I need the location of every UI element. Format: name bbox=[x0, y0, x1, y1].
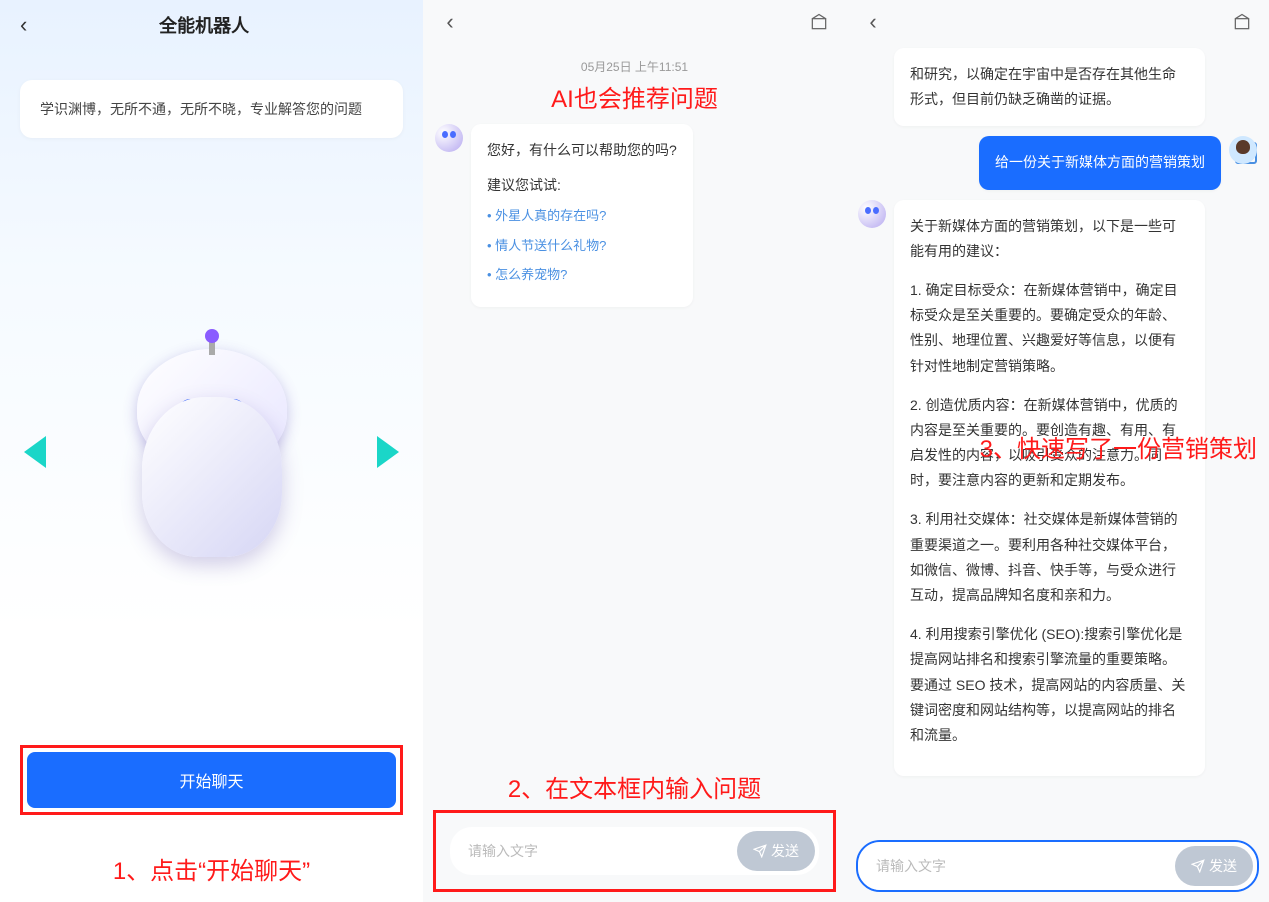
intro-description-card: 学识渊博，无所不通，无所不晓，专业解答您的问题 bbox=[20, 80, 403, 138]
send-button[interactable]: 发送 bbox=[1175, 846, 1253, 886]
intro-panel: ‹ 全能机器人 学识渊博，无所不通，无所不晓，专业解答您的问题 开始聊天 1、点… bbox=[0, 0, 423, 902]
back-icon[interactable]: ‹ bbox=[862, 11, 884, 33]
start-chat-button[interactable]: 开始聊天 bbox=[27, 752, 396, 808]
send-label: 发送 bbox=[771, 841, 799, 861]
robot-carousel bbox=[0, 178, 423, 725]
bot-message-row: 和研究，以确定在宇宙中是否存在其他生命形式，但目前仍缺乏确凿的证据。 bbox=[858, 48, 1257, 126]
overlay-caption-recommend: AI也会推荐问题 bbox=[423, 79, 846, 114]
back-icon[interactable]: ‹ bbox=[439, 11, 461, 33]
archive-icon[interactable] bbox=[808, 11, 830, 33]
suggestion-title: 建议您试试: bbox=[487, 173, 677, 198]
bot-greeting-bubble: 您好，有什么可以帮助您的吗? 建议您试试: 外星人真的存在吗? 情人节送什么礼物… bbox=[471, 124, 693, 307]
chat-timestamp: 05月25日 上午11:51 bbox=[423, 58, 846, 75]
bot-avatar-icon bbox=[435, 124, 463, 152]
suggestion-link[interactable]: 外星人真的存在吗? bbox=[487, 204, 677, 227]
panel2-header: ‹ bbox=[423, 0, 846, 44]
bot-avatar-icon bbox=[858, 200, 886, 228]
chat-input[interactable] bbox=[876, 858, 1175, 874]
step2-caption: 2、在文本框内输入问题 bbox=[423, 769, 846, 804]
reply-p3: 3. 利用社交媒体：社交媒体是新媒体营销的重要渠道之一。要利用各种社交媒体平台，… bbox=[910, 507, 1189, 608]
carousel-prev-icon[interactable] bbox=[24, 436, 46, 468]
send-icon bbox=[1191, 859, 1205, 873]
send-icon bbox=[753, 844, 767, 858]
reply-p4: 4. 利用搜索引擎优化 (SEO):搜索引擎优化是提高网站排名和搜索引擎流量的重… bbox=[910, 622, 1189, 748]
back-icon[interactable]: ‹ bbox=[20, 12, 27, 38]
reply-intro: 关于新媒体方面的营销策划，以下是一些可能有用的建议： bbox=[910, 214, 1189, 264]
bot-long-reply-bubble: 关于新媒体方面的营销策划，以下是一些可能有用的建议： 1. 确定目标受众：在新媒… bbox=[894, 200, 1205, 777]
greeting-text: 您好，有什么可以帮助您的吗? bbox=[487, 138, 677, 163]
chat-input-bar: 发送 bbox=[858, 842, 1257, 890]
panel1-header: ‹ 全能机器人 bbox=[0, 0, 423, 50]
reply-p1: 1. 确定目标受众：在新媒体营销中，确定目标受众是至关重要的。要确定受众的年龄、… bbox=[910, 278, 1189, 379]
chat-input[interactable] bbox=[468, 843, 737, 859]
user-avatar-icon bbox=[1229, 136, 1257, 164]
robot-illustration bbox=[97, 292, 327, 612]
page-title: 全能机器人 bbox=[27, 12, 381, 38]
chat-input-bar: 发送 bbox=[450, 827, 819, 875]
user-message-row: 给一份关于新媒体方面的营销策划 bbox=[858, 136, 1257, 189]
step3-caption: 3、快速写了一份营销策划 bbox=[980, 429, 1257, 464]
chat-result-panel: ‹ 3、快速写了一份营销策划 和研究，以确定在宇宙中是否存在其他生命形式，但目前… bbox=[846, 0, 1269, 902]
panel3-header: ‹ bbox=[846, 0, 1269, 44]
send-label: 发送 bbox=[1209, 856, 1237, 876]
suggestion-link[interactable]: 情人节送什么礼物? bbox=[487, 234, 677, 257]
start-button-highlight: 开始聊天 bbox=[20, 745, 403, 815]
user-message-bubble: 给一份关于新媒体方面的营销策划 bbox=[979, 136, 1221, 189]
step1-caption: 1、点击“开始聊天” bbox=[0, 851, 423, 886]
carousel-next-icon[interactable] bbox=[377, 436, 399, 468]
bot-message-row: 您好，有什么可以帮助您的吗? 建议您试试: 外星人真的存在吗? 情人节送什么礼物… bbox=[435, 124, 834, 307]
archive-icon[interactable] bbox=[1231, 11, 1253, 33]
chat-suggestions-panel: ‹ 05月25日 上午11:51 AI也会推荐问题 您好，有什么可以帮助您的吗?… bbox=[423, 0, 846, 902]
bot-message-row: 关于新媒体方面的营销策划，以下是一些可能有用的建议： 1. 确定目标受众：在新媒… bbox=[858, 200, 1257, 777]
suggestion-link[interactable]: 怎么养宠物? bbox=[487, 263, 677, 286]
bot-reply-bubble: 和研究，以确定在宇宙中是否存在其他生命形式，但目前仍缺乏确凿的证据。 bbox=[894, 48, 1205, 126]
input-active-outline: 发送 bbox=[856, 840, 1259, 892]
send-button[interactable]: 发送 bbox=[737, 831, 815, 871]
input-highlight: 发送 bbox=[433, 810, 836, 892]
